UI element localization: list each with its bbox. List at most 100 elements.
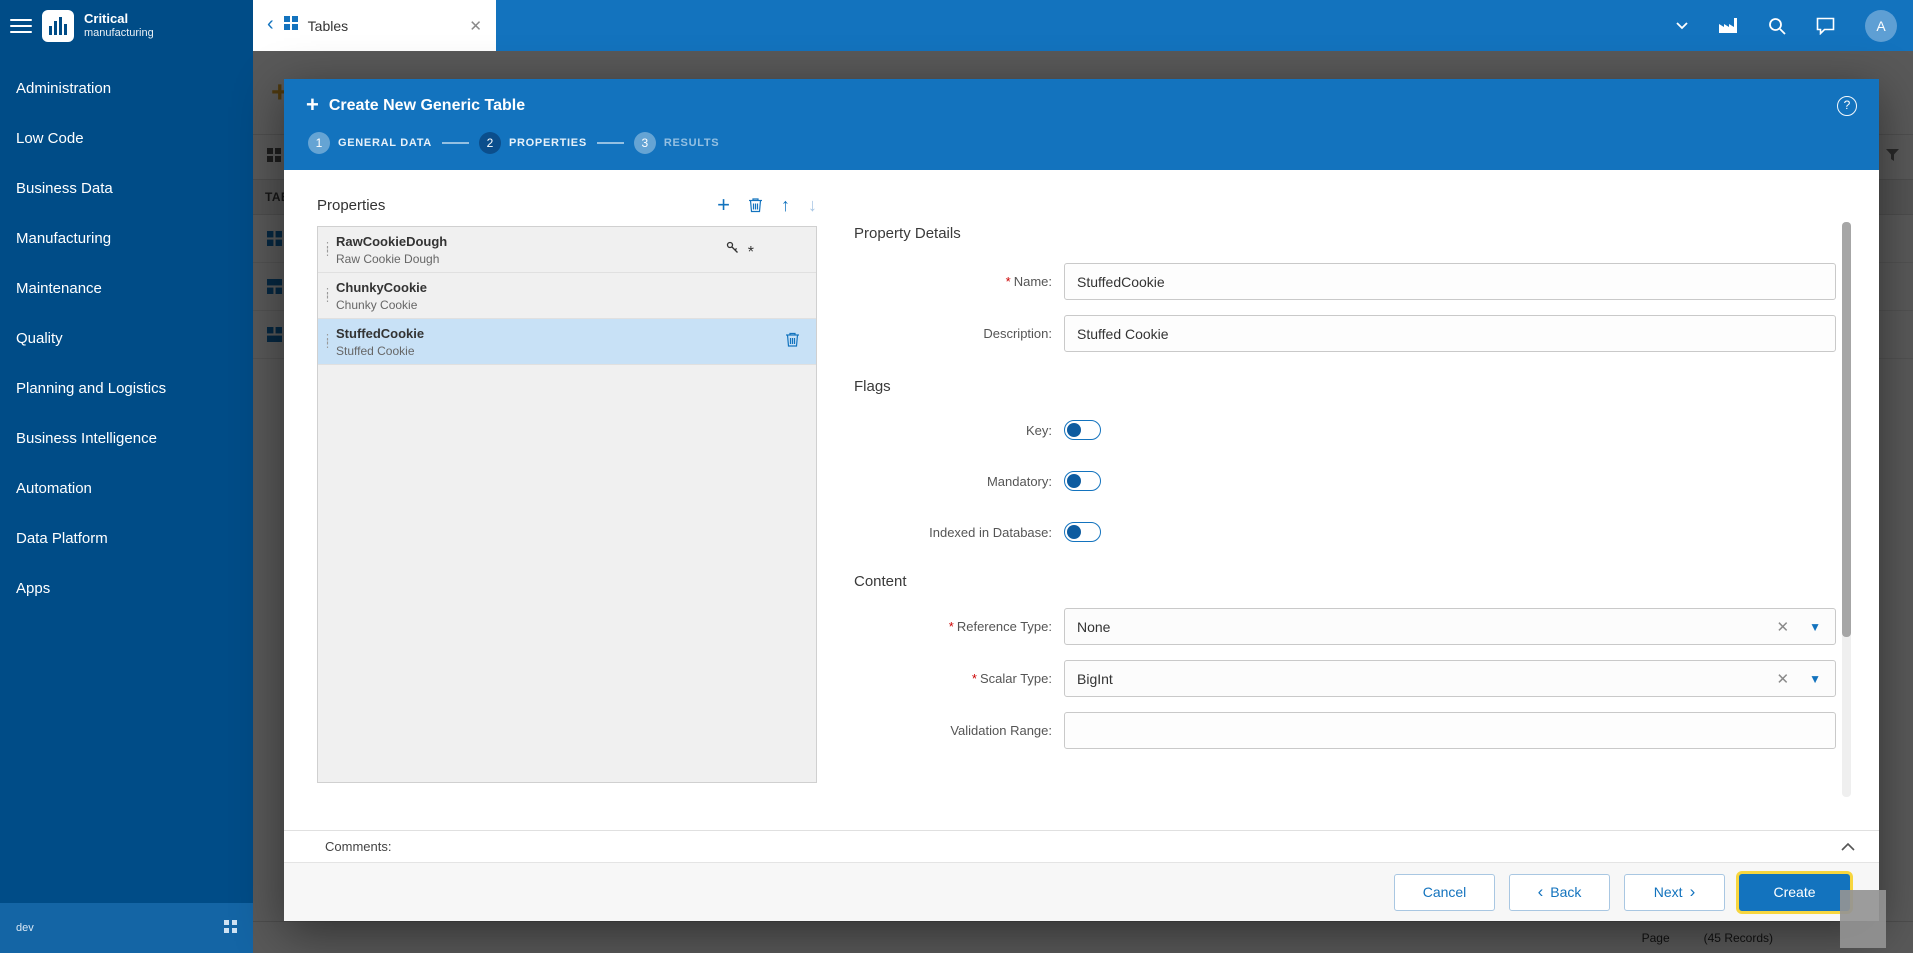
sidebar-item-planning-and-logistics[interactable]: Planning and Logistics [0,364,253,414]
mandatory-toggle-row: Mandatory: [854,471,1836,491]
sidebar-item-maintenance[interactable]: Maintenance [0,264,253,314]
reference-type-row: *Reference Type: None ✕ ▼ [854,608,1836,645]
scalar-type-select[interactable]: BigInt ✕ ▼ [1064,660,1836,697]
properties-panel-title: Properties [317,197,717,214]
add-property-icon[interactable]: + [717,194,730,216]
sidebar-item-administration[interactable]: Administration [0,64,253,114]
property-name: ChunkyCookie [336,280,806,295]
sidebar-item-quality[interactable]: Quality [0,314,253,364]
key-toggle-row: Key: [854,420,1836,440]
scalar-type-row: *Scalar Type: BigInt ✕ ▼ [854,660,1836,697]
modal-header: + Create New Generic Table ? 1 GENERAL D… [284,79,1879,170]
step-general-data[interactable]: 1 GENERAL DATA [308,132,432,154]
application-window: Critical manufacturing Administration Lo… [0,0,1913,953]
details-scrollbar [1842,222,1851,797]
hamburger-menu-icon[interactable] [10,15,32,37]
step-properties[interactable]: 2 PROPERTIES [479,132,587,154]
modal-title: Create New Generic Table [329,97,525,115]
move-up-icon[interactable]: ↑ [781,195,790,216]
required-asterisk: * [972,671,977,686]
tab-back-chevron-icon[interactable]: ‹ [267,14,274,37]
step-results[interactable]: 3 RESULTS [634,132,719,154]
required-asterisk: * [1006,274,1011,289]
step-2-circle: 2 [479,132,501,154]
comments-label: Comments: [325,839,391,854]
tab-tables[interactable]: ‹ Tables ✕ [253,0,496,51]
sidebar-item-business-data[interactable]: Business Data [0,164,253,214]
sidebar-item-business-intelligence[interactable]: Business Intelligence [0,414,253,464]
collapse-chevron-up-icon[interactable] [1841,843,1855,851]
clear-icon[interactable]: ✕ [1765,618,1802,636]
sidebar-item-manufacturing[interactable]: Manufacturing [0,214,253,264]
step-1-circle: 1 [308,132,330,154]
plus-icon: + [306,94,319,118]
description-row: Description: [854,315,1836,352]
sidebar-item-apps[interactable]: Apps [0,564,253,614]
chevron-left-icon: ‹ [1538,883,1544,902]
property-description: Chunky Cookie [336,298,806,312]
drag-handle-icon[interactable]: ⋮⋮ [322,291,333,301]
property-name: StuffedCookie [336,326,806,341]
property-list-item[interactable]: ⋮⋮ RawCookieDough Raw Cookie Dough * [318,227,816,273]
property-details-heading: Property Details [854,225,1836,242]
help-icon[interactable]: ? [1837,96,1857,116]
sidebar-item-data-platform[interactable]: Data Platform [0,514,253,564]
back-button[interactable]: ‹Back [1509,874,1610,911]
sidebar-header: Critical manufacturing [0,0,253,51]
properties-toolbar: + ↑ ↓ [717,194,817,216]
sidebar-item-low-code[interactable]: Low Code [0,114,253,164]
user-avatar[interactable]: A [1865,10,1897,42]
search-icon[interactable] [1768,17,1786,35]
cancel-button[interactable]: Cancel [1394,874,1495,911]
tab-label: Tables [308,18,460,34]
next-button[interactable]: Next› [1624,874,1725,911]
reference-type-select[interactable]: None ✕ ▼ [1064,608,1836,645]
name-input[interactable] [1064,263,1836,300]
sidebar-nav: Administration Low Code Business Data Ma… [0,51,253,614]
indexed-in-database-toggle[interactable] [1064,522,1101,542]
key-toggle[interactable] [1064,420,1101,440]
indexed-label: Indexed in Database: [854,525,1064,540]
topbar-actions: A [1676,10,1913,42]
validation-range-input[interactable] [1064,712,1836,749]
property-list-item[interactable]: ⋮⋮ ChunkyCookie Chunky Cookie [318,273,816,319]
drag-handle-icon[interactable]: ⋮⋮ [322,337,333,347]
name-row: *Name: [854,263,1836,300]
reference-type-label: *Reference Type: [854,619,1064,634]
required-asterisk: * [949,619,954,634]
flags-heading: Flags [854,378,1836,395]
delete-property-icon[interactable] [748,197,763,213]
tab-close-icon[interactable]: ✕ [469,17,482,35]
create-button[interactable]: Create [1739,874,1850,911]
chevron-down-icon[interactable]: ▼ [1801,620,1835,634]
properties-list: ⋮⋮ RawCookieDough Raw Cookie Dough * ⋮⋮ … [317,226,817,783]
property-badges: * [726,241,754,259]
scrollbar-thumb[interactable] [1842,222,1851,637]
sidebar-item-automation[interactable]: Automation [0,464,253,514]
chevron-down-icon[interactable] [1676,22,1688,30]
cursor-artifact [1840,890,1886,948]
logo-text: Critical manufacturing [84,12,154,40]
scalar-type-value: BigInt [1077,671,1765,687]
key-label: Key: [854,423,1064,438]
move-down-icon[interactable]: ↓ [808,195,817,216]
properties-panel: Properties + ↑ ↓ ⋮⋮ RawCookieDough R [317,190,817,783]
delete-row-trash-icon[interactable] [785,331,800,352]
step-2-label: PROPERTIES [509,137,587,149]
indexed-toggle-row: Indexed in Database: [854,522,1836,542]
step-3-label: RESULTS [664,137,719,149]
property-list-item-selected[interactable]: ⋮⋮ StuffedCookie Stuffed Cookie [318,319,816,365]
wizard-steps: 1 GENERAL DATA 2 PROPERTIES 3 RESULTS [306,132,1857,154]
step-3-circle: 3 [634,132,656,154]
name-label: *Name: [854,274,1064,289]
chevron-right-icon: › [1690,883,1696,902]
create-generic-table-modal: + Create New Generic Table ? 1 GENERAL D… [284,79,1879,921]
chat-icon[interactable] [1816,17,1835,35]
drag-handle-icon[interactable]: ⋮⋮ [322,245,333,255]
factory-icon[interactable] [1718,17,1738,34]
mandatory-toggle[interactable] [1064,471,1101,491]
mandatory-asterisk-icon: * [748,242,754,258]
chevron-down-icon[interactable]: ▼ [1801,672,1835,686]
description-input[interactable] [1064,315,1836,352]
clear-icon[interactable]: ✕ [1765,670,1802,688]
